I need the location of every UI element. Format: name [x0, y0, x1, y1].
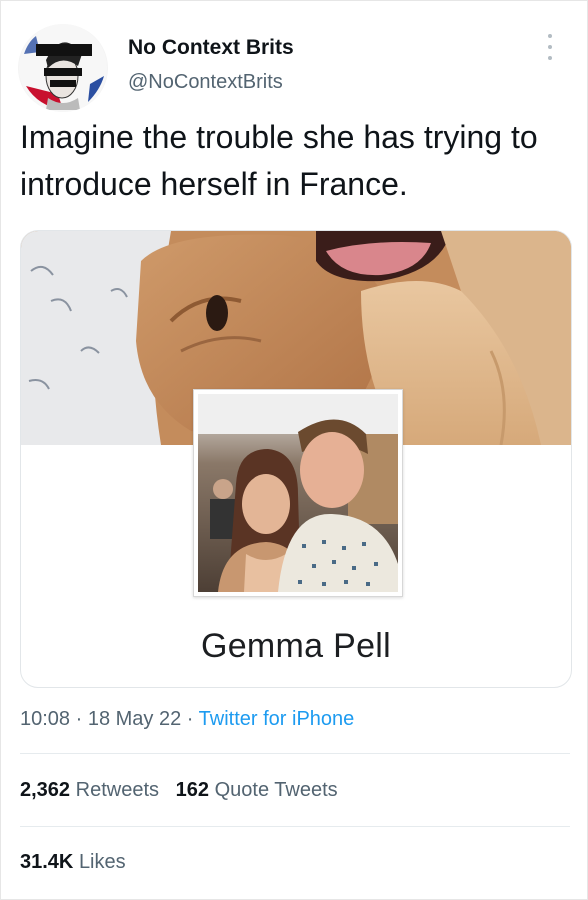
divider — [20, 826, 570, 827]
likes-label: Likes — [78, 851, 126, 873]
tweet-date[interactable]: 18 May 22 — [88, 708, 181, 730]
tweet-source-link[interactable]: Twitter for iPhone — [199, 708, 355, 730]
engagement-stats: 2,362 Retweets 162 Quote Tweets — [20, 779, 338, 802]
avatar-image-icon — [19, 24, 107, 112]
quote-tweets-stat[interactable]: 162 Quote Tweets — [176, 779, 338, 801]
quote-tweets-count: 162 — [175, 779, 210, 801]
likes-stat[interactable]: 31.4K Likes — [20, 851, 126, 874]
likes-count: 31.4K — [20, 851, 74, 873]
tweet-media[interactable]: Gemma Pell — [20, 230, 572, 688]
dot — [548, 34, 552, 38]
separator: · — [70, 708, 88, 730]
profile-avatar[interactable] — [18, 24, 108, 112]
tweet-time[interactable]: 10:08 — [20, 708, 70, 730]
retweets-stat[interactable]: 2,362 Retweets — [20, 779, 159, 801]
tweet-meta: 10:08 · 18 May 22 · Twitter for iPhone — [20, 708, 354, 731]
display-name[interactable]: No Context Brits — [128, 36, 294, 60]
profile-photo-image-icon — [198, 394, 398, 592]
divider — [20, 753, 570, 754]
profile-picture[interactable] — [193, 389, 403, 597]
dot — [548, 45, 552, 49]
dot — [548, 56, 552, 60]
retweets-count: 2,362 — [20, 779, 71, 801]
retweets-label: Retweets — [75, 779, 159, 801]
quote-tweets-label: Quote Tweets — [214, 779, 338, 801]
separator: · — [181, 708, 199, 730]
profile-name: Gemma Pell — [200, 627, 392, 665]
username-handle[interactable]: @NoContextBrits — [128, 71, 283, 94]
more-options-icon[interactable] — [545, 34, 555, 60]
tweet-text: Imagine the trouble she has trying to in… — [20, 119, 538, 202]
